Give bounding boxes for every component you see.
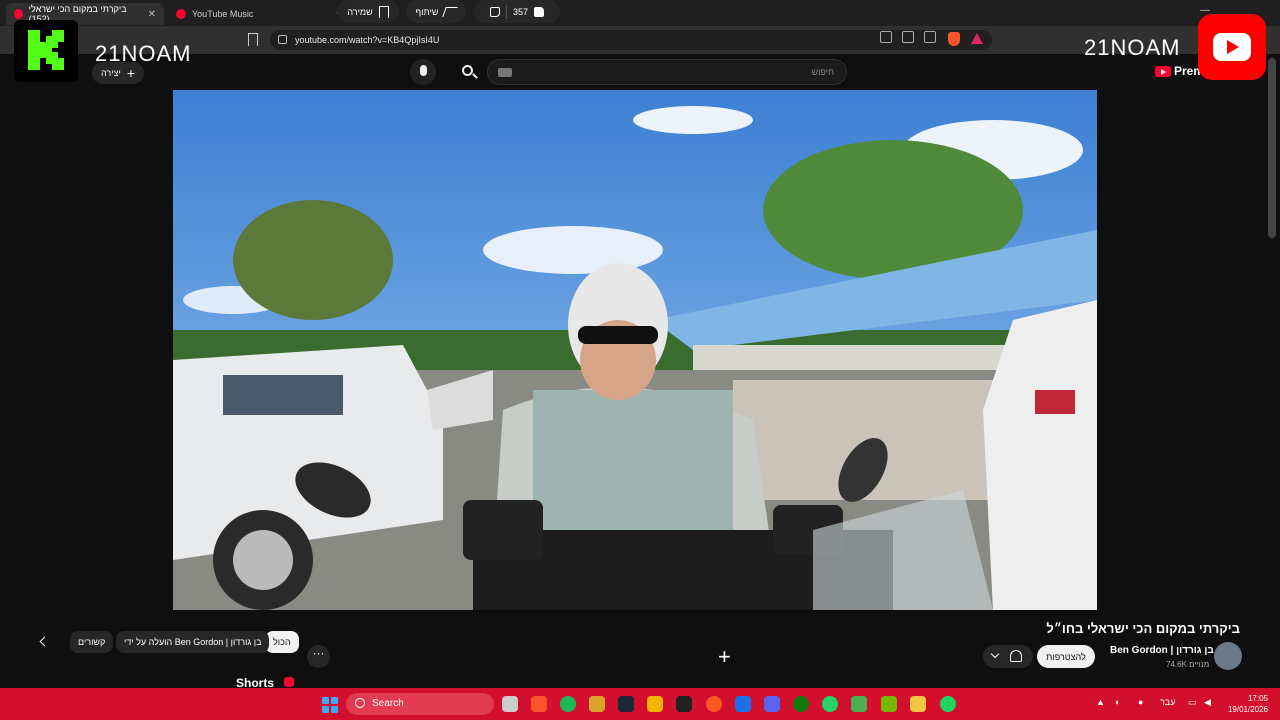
cast-icon[interactable] (902, 31, 914, 43)
share-button[interactable]: שיתוף (406, 0, 466, 23)
save-label: שמירה (347, 6, 373, 17)
chip-uploaded-by[interactable]: הועלה על ידי Ben Gordon | בן גורדון (116, 631, 270, 653)
app-icon[interactable] (940, 696, 956, 712)
chevron-down-icon (990, 649, 1000, 659)
youtube-tab-icon (14, 9, 23, 19)
epic-games-icon[interactable] (676, 696, 692, 712)
chip-all[interactable]: הכול (265, 631, 299, 653)
brave-shields-icon[interactable] (948, 32, 960, 46)
bookmark-icon[interactable] (248, 33, 258, 46)
more-actions-button[interactable]: ··· (307, 645, 330, 668)
kick-logo (14, 20, 78, 82)
rockstar-icon[interactable] (647, 696, 663, 712)
file-explorer-icon[interactable] (910, 696, 926, 712)
dislike-icon[interactable] (489, 6, 500, 17)
windows-taskbar (0, 688, 1280, 720)
browser-icon[interactable] (706, 696, 722, 712)
tray-icon[interactable]: ◐ (1115, 697, 1120, 707)
xbox-icon[interactable] (793, 696, 809, 712)
share-label: שיתוף (415, 6, 439, 17)
chip-related[interactable]: קשורים (70, 631, 114, 653)
share-page-icon[interactable] (924, 31, 936, 43)
voice-search-button[interactable] (410, 59, 436, 85)
site-info-icon[interactable] (278, 35, 287, 44)
volume-icon[interactable]: ◀ (1204, 697, 1211, 708)
channel-name[interactable]: Ben Gordon | בן גורדון (1110, 645, 1214, 656)
save-icon (378, 5, 389, 18)
youtube-play-icon (1213, 33, 1251, 61)
task-view-icon[interactable] (502, 696, 518, 712)
shorts-icon (284, 677, 294, 687)
page-scrollbar[interactable] (1268, 58, 1276, 238)
start-button[interactable] (322, 697, 338, 713)
discord-icon[interactable] (764, 696, 780, 712)
youtube-overlay-logo (1198, 14, 1266, 80)
save-button[interactable]: שמירה (337, 0, 399, 23)
channel-avatar[interactable] (1214, 642, 1242, 670)
create-label: יצירה (100, 68, 121, 78)
translate-icon[interactable] (880, 31, 892, 43)
overlay-channel-name-left: 21NOAM (95, 41, 192, 66)
subscriber-count: 74.6K מנויים (1166, 660, 1210, 669)
bell-icon (1010, 650, 1022, 662)
spotify-icon[interactable] (560, 696, 576, 712)
search-button[interactable] (457, 61, 481, 85)
close-tab-icon[interactable]: ✕ (148, 9, 156, 20)
app-icon[interactable] (589, 696, 605, 712)
kick-k-icon (28, 30, 64, 70)
chevron-left-icon[interactable] (38, 636, 50, 648)
share-icon (442, 6, 459, 17)
microphone-tray-icon[interactable]: ● (1138, 697, 1143, 707)
like-dislike-group: 357 (474, 0, 560, 23)
search-icon (355, 698, 365, 708)
subscribe-button[interactable]: להצטרפות (1037, 645, 1095, 668)
language-indicator[interactable]: עבר (1160, 697, 1175, 707)
like-icon[interactable] (534, 6, 545, 17)
youtube-logo-icon (1155, 65, 1171, 77)
youtube-premium-logo[interactable]: Prem (1155, 64, 1204, 78)
plus-icon: + (126, 65, 135, 81)
app-icon[interactable] (735, 696, 751, 712)
show-hidden-icons-icon[interactable]: ▲ (1096, 697, 1105, 707)
taskbar-search[interactable]: Search (346, 693, 494, 715)
steam-icon[interactable] (618, 696, 634, 712)
add-to-playlist-icon[interactable]: + (718, 644, 731, 670)
url-text: youtube.com/watch?v=KB4QpjIsI4U (295, 35, 440, 45)
screen: ביקרתי במקום הכי ישראלי (152) ✕ YouTube … (0, 0, 1280, 720)
whatsapp-icon[interactable] (822, 696, 838, 712)
browser-tab-bar: ביקרתי במקום הכי ישראלי (152) ✕ YouTube … (0, 0, 1280, 26)
microphone-icon (420, 65, 427, 76)
overlay-channel-name-right: 21NOAM (1084, 35, 1181, 60)
like-count: 357 (512, 6, 529, 17)
keyboard-icon[interactable] (498, 68, 512, 77)
video-title: ביקרתי במקום הכי ישראלי בחו״ל (1046, 621, 1240, 636)
youtube-music-icon (176, 9, 186, 19)
video-frame-image (173, 90, 1097, 610)
search-input[interactable]: חיפוש (487, 59, 847, 85)
brave-browser-icon[interactable] (531, 696, 547, 712)
brave-rewards-icon[interactable] (971, 33, 983, 44)
network-icon[interactable]: ▭ (1188, 697, 1197, 708)
tab-title: YouTube Music (192, 9, 254, 19)
tab-youtube-music[interactable]: YouTube Music (168, 3, 318, 25)
notifications-button[interactable] (983, 645, 1033, 668)
app-icon[interactable] (851, 696, 867, 712)
system-clock[interactable]: 17:05 19/01/2026 (1222, 693, 1268, 715)
search-placeholder: חיפוש (811, 67, 834, 77)
nvidia-icon[interactable] (881, 696, 897, 712)
video-player[interactable] (173, 90, 1097, 610)
